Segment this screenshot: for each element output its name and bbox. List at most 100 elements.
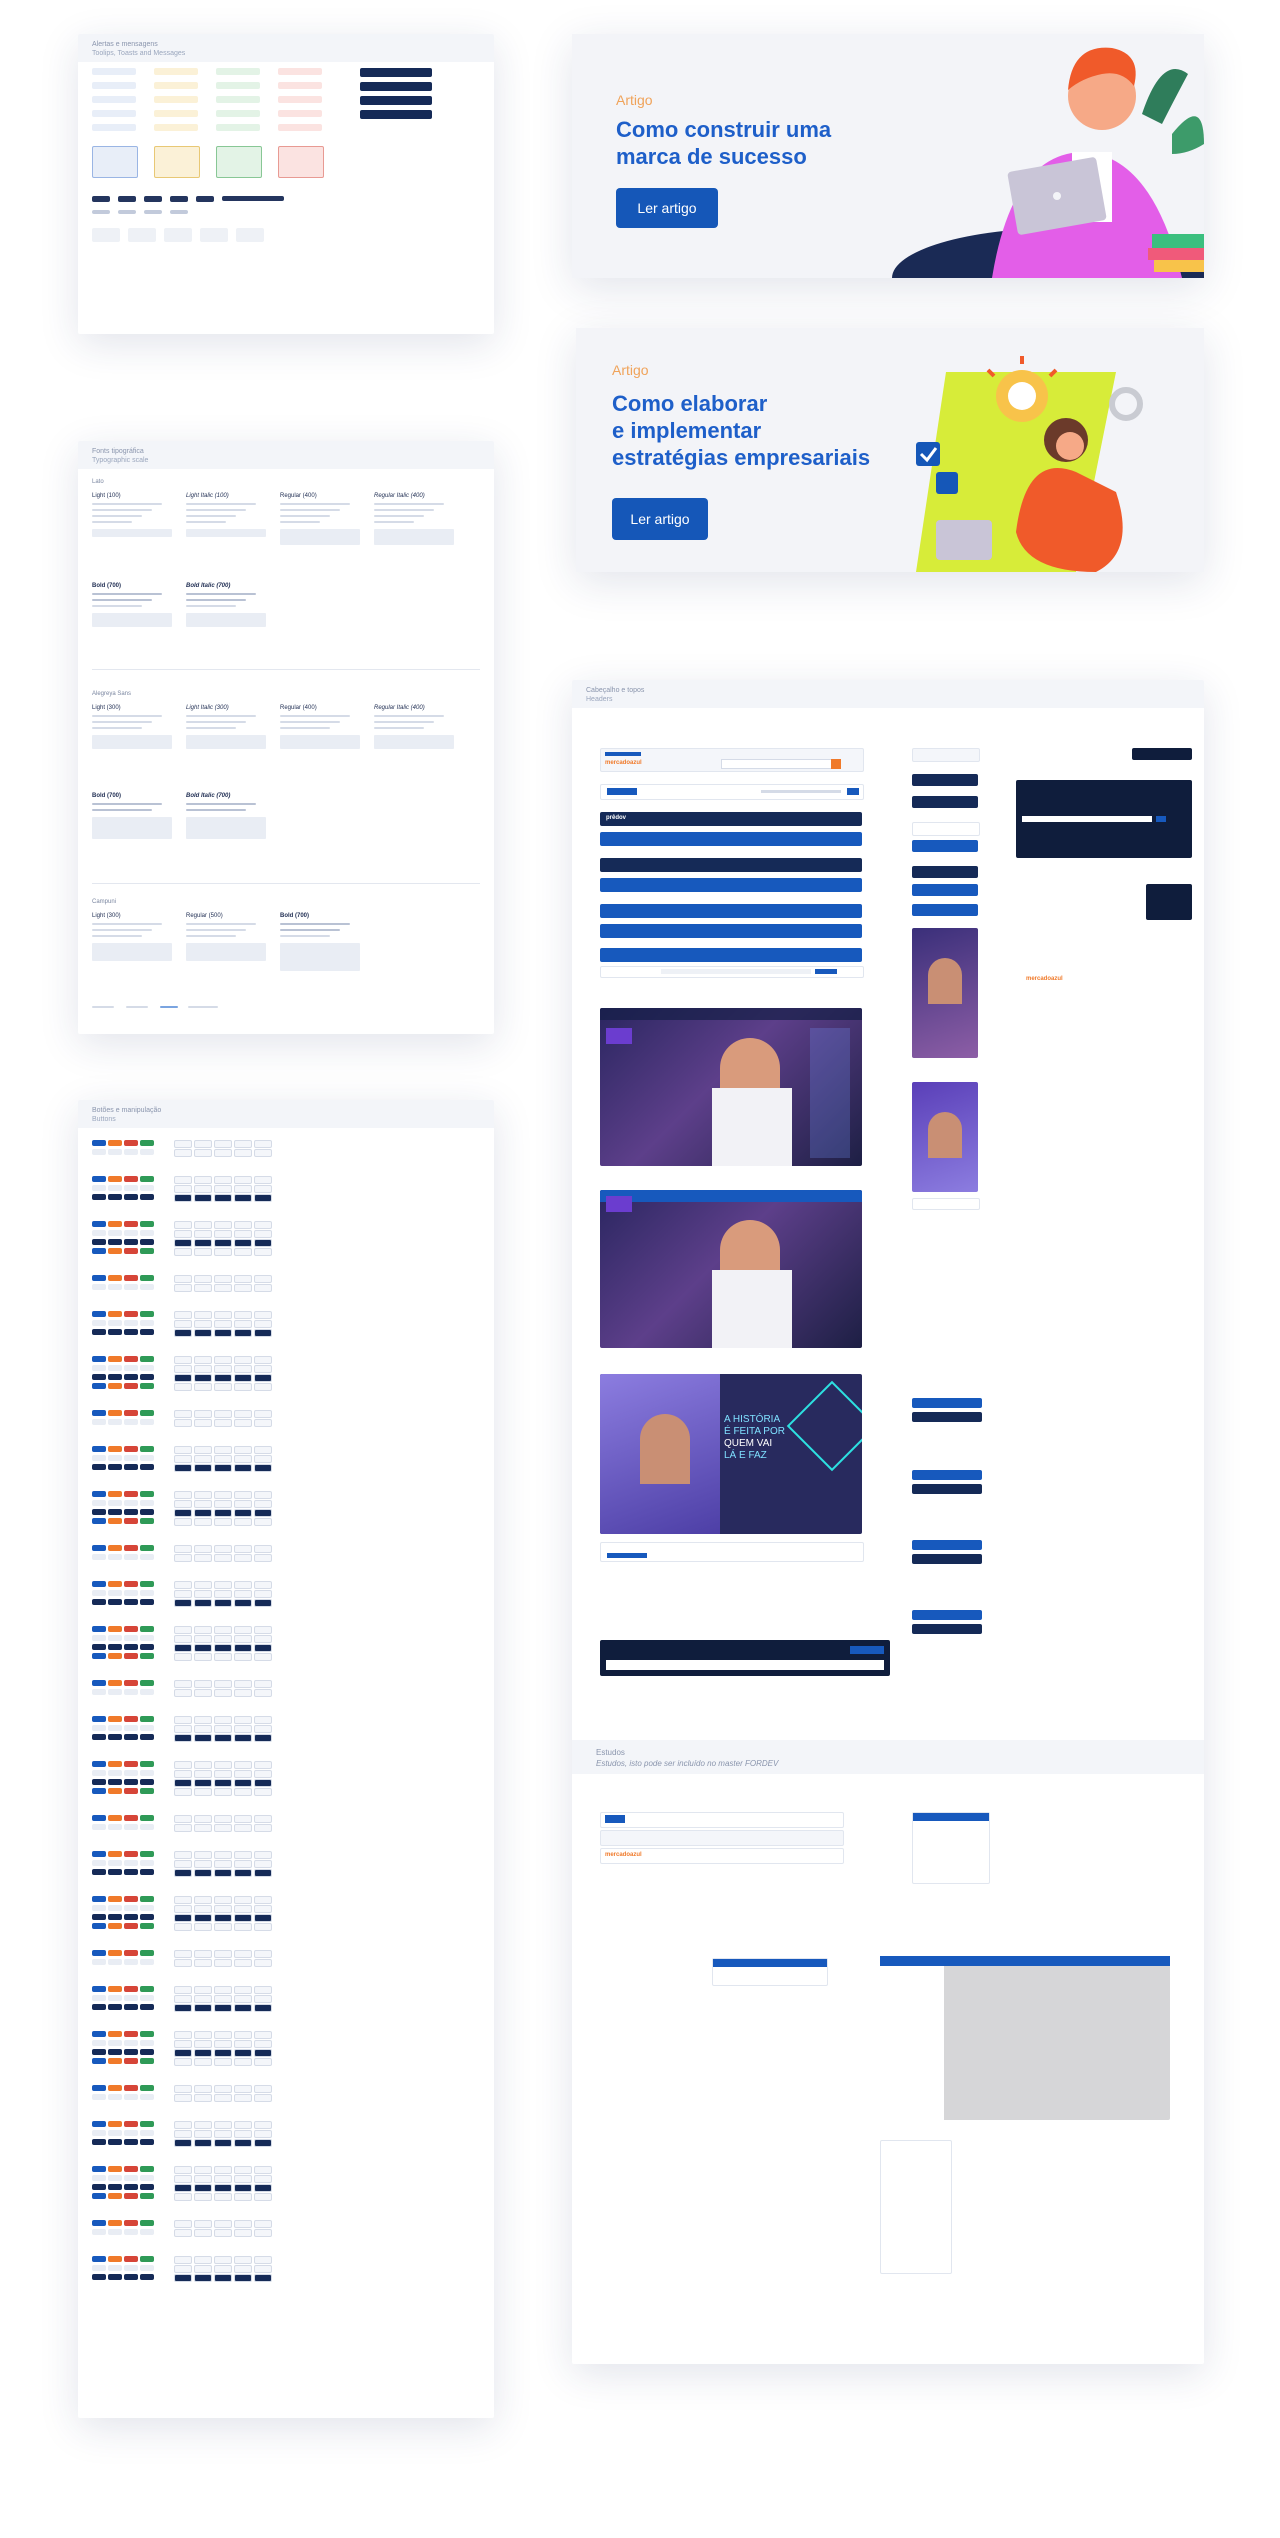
button-swatch-outline[interactable] (234, 1356, 252, 1364)
button-swatch-outline[interactable] (214, 1176, 232, 1184)
button-swatch-outline[interactable] (194, 1248, 212, 1256)
button-swatch[interactable] (140, 2220, 154, 2226)
button-swatch-outline[interactable] (254, 2166, 272, 2174)
button-swatch-outline[interactable] (174, 1518, 192, 1526)
button-swatch[interactable] (108, 2130, 122, 2136)
button-swatch[interactable] (108, 1545, 122, 1551)
button-swatch-outline[interactable] (194, 1275, 212, 1283)
button-swatch-outline[interactable] (214, 1824, 232, 1832)
button-swatch-outline[interactable] (234, 1869, 252, 1877)
button-swatch-outline[interactable] (254, 1230, 272, 1238)
button-swatch-outline[interactable] (254, 1311, 272, 1319)
button-swatch-outline[interactable] (234, 1365, 252, 1373)
button-swatch-outline[interactable] (234, 2049, 252, 2057)
button-swatch-outline[interactable] (174, 2085, 192, 2093)
button-swatch-outline[interactable] (174, 1185, 192, 1193)
button-swatch-outline[interactable] (194, 2256, 212, 2264)
button-swatch[interactable] (140, 2256, 154, 2262)
button-swatch[interactable] (140, 1320, 154, 1326)
button-swatch-outline[interactable] (174, 1680, 192, 1688)
button-swatch[interactable] (140, 1599, 154, 1605)
button-swatch[interactable] (108, 2031, 122, 2037)
button-swatch[interactable] (124, 1140, 138, 1146)
button-swatch-outline[interactable] (214, 2184, 232, 2192)
button-swatch-outline[interactable] (194, 2229, 212, 2237)
button-swatch[interactable] (92, 1590, 106, 1596)
button-swatch[interactable] (92, 2094, 106, 2100)
button-swatch[interactable] (140, 1644, 154, 1650)
button-swatch-outline[interactable] (174, 2040, 192, 2048)
button-swatch-outline[interactable] (194, 1419, 212, 1427)
button-swatch[interactable] (108, 1725, 122, 1731)
button-swatch-outline[interactable] (174, 1851, 192, 1859)
button-swatch[interactable] (124, 1590, 138, 1596)
button-swatch-outline[interactable] (234, 1761, 252, 1769)
button-swatch-outline[interactable] (234, 1275, 252, 1283)
button-swatch[interactable] (92, 1824, 106, 1830)
button-swatch-outline[interactable] (214, 2058, 232, 2066)
button-swatch[interactable] (92, 1905, 106, 1911)
button-swatch[interactable] (124, 1410, 138, 1416)
button-swatch[interactable] (108, 2058, 122, 2064)
button-swatch-outline[interactable] (174, 2094, 192, 2102)
button-swatch[interactable] (140, 1518, 154, 1524)
button-swatch-outline[interactable] (174, 1446, 192, 1454)
button-swatch-outline[interactable] (174, 1770, 192, 1778)
button-swatch-outline[interactable] (254, 1653, 272, 1661)
button-swatch-outline[interactable] (254, 1716, 272, 1724)
button-swatch[interactable] (92, 1599, 106, 1605)
button-swatch-outline[interactable] (174, 1275, 192, 1283)
button-swatch-outline[interactable] (234, 1896, 252, 1904)
button-swatch[interactable] (92, 1680, 106, 1686)
button-swatch-outline[interactable] (174, 2184, 192, 2192)
button-swatch-outline[interactable] (214, 1275, 232, 1283)
button-swatch-outline[interactable] (194, 1923, 212, 1931)
button-swatch-outline[interactable] (254, 1374, 272, 1382)
button-swatch[interactable] (92, 2130, 106, 2136)
button-swatch[interactable] (92, 1689, 106, 1695)
button-swatch-outline[interactable] (194, 1761, 212, 1769)
button-swatch-outline[interactable] (174, 2274, 192, 2282)
button-swatch[interactable] (108, 1644, 122, 1650)
button-swatch[interactable] (92, 2229, 106, 2235)
button-swatch-outline[interactable] (254, 1329, 272, 1337)
button-swatch-outline[interactable] (254, 1986, 272, 1994)
button-swatch[interactable] (92, 1986, 106, 1992)
button-swatch[interactable] (140, 1869, 154, 1875)
button-swatch[interactable] (92, 2004, 106, 2010)
button-swatch[interactable] (108, 1455, 122, 1461)
button-swatch[interactable] (124, 1176, 138, 1182)
button-swatch[interactable] (92, 1149, 106, 1155)
button-swatch-outline[interactable] (194, 1653, 212, 1661)
button-swatch-outline[interactable] (214, 2130, 232, 2138)
button-swatch-outline[interactable] (254, 1185, 272, 1193)
button-swatch[interactable] (108, 1374, 122, 1380)
button-swatch-outline[interactable] (214, 1419, 232, 1427)
button-swatch[interactable] (92, 1410, 106, 1416)
button-swatch-outline[interactable] (254, 1248, 272, 1256)
button-swatch[interactable] (92, 1653, 106, 1659)
button-swatch-outline[interactable] (174, 2265, 192, 2273)
button-swatch[interactable] (140, 1824, 154, 1830)
button-swatch-outline[interactable] (194, 1986, 212, 1994)
button-swatch-outline[interactable] (234, 1599, 252, 1607)
button-swatch[interactable] (124, 1455, 138, 1461)
button-swatch-outline[interactable] (234, 1626, 252, 1634)
button-swatch[interactable] (108, 1509, 122, 1515)
button-swatch-outline[interactable] (194, 1959, 212, 1967)
button-swatch[interactable] (92, 2265, 106, 2271)
button-swatch[interactable] (108, 2094, 122, 2100)
button-swatch-outline[interactable] (254, 1320, 272, 1328)
button-swatch-outline[interactable] (194, 1383, 212, 1391)
button-swatch-outline[interactable] (254, 1581, 272, 1589)
button-swatch-outline[interactable] (174, 1923, 192, 1931)
button-swatch-outline[interactable] (194, 1734, 212, 1742)
button-swatch-outline[interactable] (194, 1788, 212, 1796)
button-swatch-outline[interactable] (254, 2040, 272, 2048)
button-swatch-outline[interactable] (234, 1779, 252, 1787)
button-swatch-outline[interactable] (254, 1959, 272, 1967)
button-swatch[interactable] (124, 2049, 138, 2055)
button-swatch[interactable] (92, 1815, 106, 1821)
button-swatch-outline[interactable] (254, 2193, 272, 2201)
button-swatch-outline[interactable] (234, 1239, 252, 1247)
